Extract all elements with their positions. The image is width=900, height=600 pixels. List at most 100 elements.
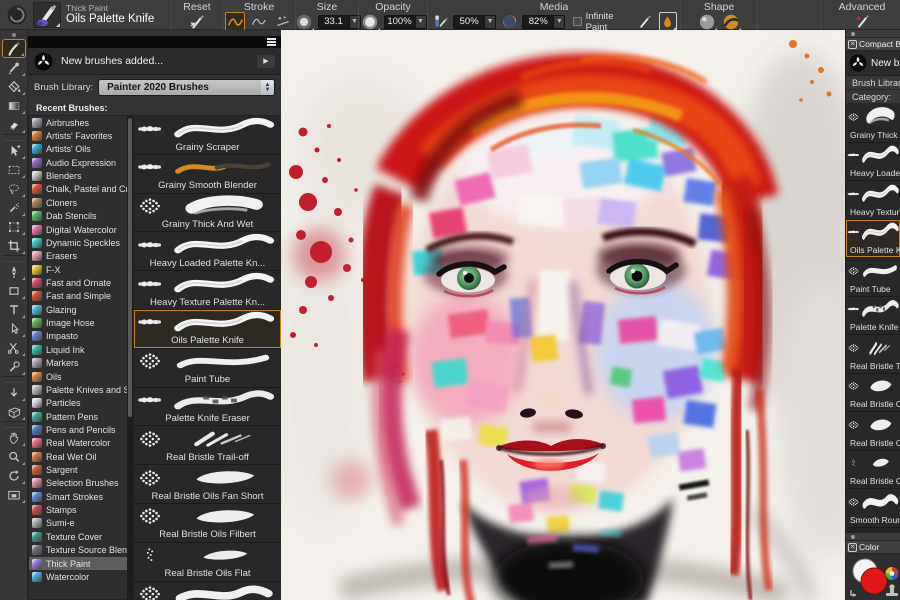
brush-category-item[interactable]: Impasto: [29, 330, 133, 343]
dab-preview-icon[interactable]: [6, 4, 28, 26]
brush-category-item[interactable]: Airbrushes: [29, 116, 133, 129]
brush-category-item[interactable]: Glazing: [29, 303, 133, 316]
stamp-icon[interactable]: [886, 584, 898, 596]
brush-variant-item[interactable]: Oils Palette Knife: [134, 310, 281, 349]
close-icon[interactable]: ✕: [848, 40, 857, 49]
brush-tool[interactable]: [2, 39, 26, 58]
brush-variant-item[interactable]: Real Bristle Oils Flat: [134, 543, 281, 582]
brush-category-item[interactable]: Thick Paint: [29, 557, 133, 570]
magic-wand-tool[interactable]: [2, 198, 26, 217]
bleed-value-box[interactable]: 82% ▼: [522, 15, 565, 29]
brush-category-item[interactable]: Smart Strokes: [29, 490, 133, 503]
brush-category-item[interactable]: Markers: [29, 356, 133, 369]
color-panel-handle[interactable]: [846, 533, 900, 541]
rect-select-tool[interactable]: [2, 160, 26, 179]
rp-brush-variant-item[interactable]: Grainy Thick And Wet: [846, 104, 900, 143]
brush-variant-item[interactable]: Palette Knife Eraser: [134, 388, 281, 427]
stroke-options-button[interactable]: [273, 12, 293, 32]
rp-brush-variant-item[interactable]: Oils Palette Knife: [846, 220, 900, 259]
brush-category-item[interactable]: Chalk, Pastel and Cra...: [29, 183, 133, 196]
gradient-tool[interactable]: [2, 96, 26, 115]
toolbox-panel-handle[interactable]: [0, 30, 27, 39]
rp-brush-variant-item[interactable]: Real Bristle Trail-off: [846, 335, 900, 374]
brush-category-item[interactable]: Audio Expression: [29, 156, 133, 169]
brush-category-item[interactable]: Image Hose: [29, 316, 133, 329]
resaturation-icon[interactable]: [431, 12, 449, 32]
brush-variant-item[interactable]: Grainy Thick And Wet: [134, 194, 281, 233]
rp-brush-variant-item[interactable]: Smooth Round Oils: [846, 489, 900, 528]
brush-category-item[interactable]: Liquid Ink: [29, 343, 133, 356]
brush-category-item[interactable]: Pens and Pencils: [29, 423, 133, 436]
right-panel-handle[interactable]: [846, 30, 900, 38]
tool-button[interactable]: [3, 376, 25, 383]
magnifier-tool[interactable]: [2, 447, 26, 466]
swap-colors-icon[interactable]: [851, 590, 856, 597]
checkbox-box[interactable]: [573, 17, 581, 26]
tool-button[interactable]: [3, 255, 25, 262]
rp-brush-variant-item[interactable]: Heavy Texture Palette Kn...: [846, 181, 900, 220]
brush-variant-item[interactable]: Real Bristle Oils Fan Short: [134, 465, 281, 504]
dropdown-stepper-icon[interactable]: ▲▼: [261, 80, 274, 95]
tool-button[interactable]: [3, 421, 25, 428]
brush-variant-item[interactable]: Smooth Round Oils: [134, 582, 281, 600]
brush-category-item[interactable]: Fast and Simple: [29, 290, 133, 303]
layer-adjuster-tool[interactable]: [2, 141, 26, 160]
brush-variant-item[interactable]: Grainy Smooth Blender: [134, 155, 281, 194]
bleed-dropdown-arrow[interactable]: ▼: [553, 16, 564, 28]
brush-category-item[interactable]: Particles: [29, 397, 133, 410]
brush-category-item[interactable]: Watercolor: [29, 570, 133, 583]
rp-brush-variant-item[interactable]: Real Bristle Oils Flat: [846, 451, 900, 490]
banner-forward-button[interactable]: ▶: [257, 55, 275, 68]
brush-category-item[interactable]: Cloners: [29, 196, 133, 209]
brush-category-item[interactable]: Dab Stencils: [29, 210, 133, 223]
liquid-media-icon[interactable]: [659, 12, 677, 32]
brush-category-item[interactable]: Blenders: [29, 169, 133, 182]
rp-brush-variant-item[interactable]: Palette Knife Eraser: [846, 297, 900, 336]
rp-brush-library-label[interactable]: Brush Library:: [846, 76, 900, 90]
brush-library-dropdown[interactable]: Painter 2020 Brushes ▲▼: [98, 79, 275, 96]
size-knob-icon[interactable]: [294, 12, 314, 32]
brush-category-item[interactable]: Dynamic Speckles: [29, 236, 133, 249]
brush-variant-icon[interactable]: [33, 2, 61, 28]
grabber-hand-tool[interactable]: [2, 428, 26, 447]
tool-button[interactable]: [3, 134, 25, 141]
panel-menu-icon[interactable]: [267, 38, 276, 45]
rp-brush-variant-item[interactable]: Paint Tube: [846, 258, 900, 297]
brush-category-item[interactable]: Sumi-e: [29, 517, 133, 530]
shape-select-tool[interactable]: [2, 319, 26, 338]
opacity-knob-icon[interactable]: [360, 12, 380, 32]
brush-variant-item[interactable]: Grainy Scraper: [134, 116, 281, 155]
resat-value-box[interactable]: 50% ▼: [453, 15, 496, 29]
brush-variant-item[interactable]: Real Bristle Oils Filbert: [134, 504, 281, 543]
brush-category-item[interactable]: Real Wet Oil: [29, 450, 133, 463]
brush-category-item[interactable]: Stamps: [29, 503, 133, 516]
freehand-stroke-button[interactable]: [225, 12, 245, 32]
text-tool[interactable]: [2, 300, 26, 319]
color-wheel-icon[interactable]: [886, 567, 899, 580]
brush-category-item[interactable]: Real Watercolor: [29, 437, 133, 450]
drop-anchor-tool[interactable]: [2, 383, 26, 402]
brush-category-item[interactable]: Sargent: [29, 463, 133, 476]
crop-tool[interactable]: [2, 236, 26, 255]
brush-category-item[interactable]: Erasers: [29, 250, 133, 263]
bristle-shape-icon[interactable]: [721, 12, 741, 32]
perspective-tool[interactable]: [2, 402, 26, 421]
brush-category-item[interactable]: Texture Source Blendi...: [29, 544, 133, 557]
canvas[interactable]: [281, 30, 845, 600]
dirty-brush-icon[interactable]: [637, 12, 655, 32]
advanced-brush-settings-button[interactable]: [852, 12, 872, 32]
straight-stroke-button[interactable]: [249, 12, 269, 32]
opacity-value-box[interactable]: 100% ▼: [384, 15, 427, 29]
brush-category-item[interactable]: F-X: [29, 263, 133, 276]
eraser-tool[interactable]: [2, 115, 26, 134]
rp-new-brushes-banner[interactable]: New brushes added...: [846, 51, 900, 76]
compact-brushes-tab[interactable]: ✕ Compact Brushes: [846, 38, 900, 51]
brush-category-item[interactable]: Selection Brushes: [29, 477, 133, 490]
opacity-dropdown-arrow[interactable]: ▼: [415, 16, 426, 28]
scissors-tool[interactable]: [2, 338, 26, 357]
dab-shape-icon[interactable]: [697, 12, 717, 32]
brush-category-item[interactable]: Artists' Favorites: [29, 129, 133, 142]
brush-variant-item[interactable]: Paint Tube: [134, 349, 281, 388]
brush-selector-flyout[interactable]: Thick Paint Oils Palette Knife: [0, 0, 168, 29]
rp-category-label[interactable]: Category:: [846, 90, 900, 104]
